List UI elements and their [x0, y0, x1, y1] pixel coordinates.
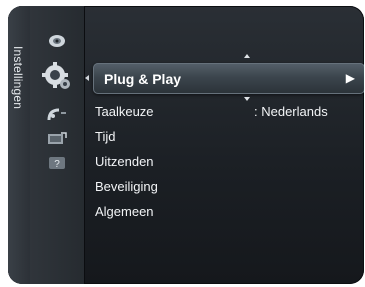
menu-content: Plug & Play ▶ Taalkeuze : Nederlands Tij…: [85, 6, 364, 284]
help-icon[interactable]: ?: [30, 156, 84, 170]
menu-item-taalkeuze-value: : Nederlands: [254, 104, 328, 119]
settings-side-tab: Instellingen: [8, 6, 31, 284]
menu-item-tijd[interactable]: Tijd: [95, 129, 115, 144]
settings-osd-panel: Instellingen ? Plug & Play ▶ Taalkeuze:…: [8, 6, 364, 284]
satellite-icon[interactable]: [30, 108, 84, 122]
menu-item-beveiliging[interactable]: Beveiliging: [95, 179, 158, 194]
menu-item-taalkeuze[interactable]: Taalkeuze: [95, 104, 154, 119]
settings-title: Instellingen: [11, 46, 25, 110]
scroll-up-icon[interactable]: [244, 54, 250, 58]
scroll-down-icon[interactable]: [244, 97, 250, 101]
menu-item-algemeen[interactable]: Algemeen: [95, 204, 154, 219]
svg-text:?: ?: [54, 159, 60, 170]
menu-item-uitzenden[interactable]: Uitzenden: [95, 154, 154, 169]
input-icon[interactable]: [30, 132, 84, 146]
menu-item-label: Plug & Play: [104, 71, 182, 87]
settings-gear-icon[interactable]: [30, 62, 84, 92]
submenu-arrow-icon: ▶: [345, 71, 355, 85]
category-icon-column: ?: [30, 6, 85, 284]
picture-icon[interactable]: [30, 34, 84, 48]
menu-item-plug-and-play[interactable]: Plug & Play ▶: [93, 63, 364, 94]
selection-pointer-icon: [85, 75, 89, 81]
